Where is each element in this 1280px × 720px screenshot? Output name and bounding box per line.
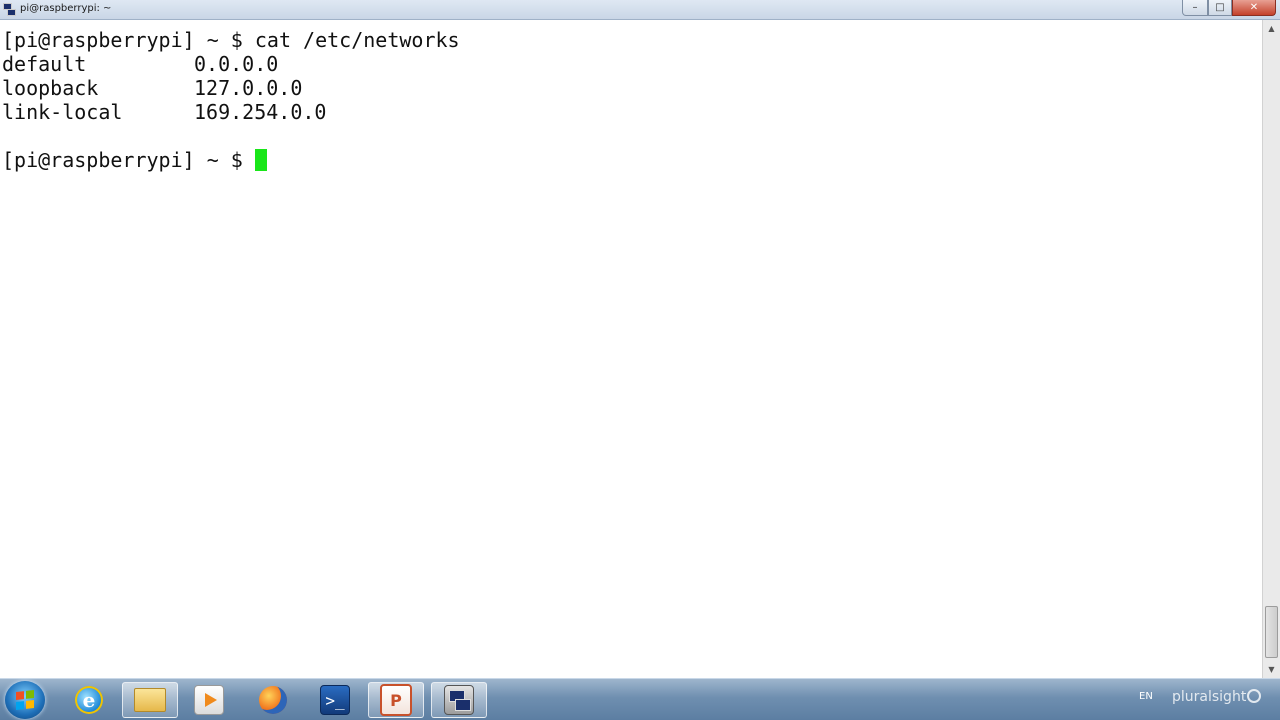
network-address: 127.0.0.0 <box>194 76 303 100</box>
scroll-thumb[interactable] <box>1265 606 1278 658</box>
firefox-icon <box>259 686 287 714</box>
windows-logo-icon <box>16 690 34 710</box>
language-indicator[interactable]: EN <box>1139 691 1153 702</box>
text-cursor <box>254 149 267 171</box>
putty-app-icon <box>3 3 16 16</box>
close-button[interactable]: ✕ <box>1232 0 1276 16</box>
watermark-text: pluralsight <box>1172 689 1247 705</box>
maximize-button[interactable]: □ <box>1208 0 1232 16</box>
folder-icon <box>134 688 166 712</box>
prompt: [pi@raspberrypi] ~ $ <box>2 28 255 52</box>
network-address: 169.254.0.0 <box>194 100 327 124</box>
start-button[interactable] <box>5 681 45 719</box>
taskbar: e >_ P EN pluralsight <box>0 678 1280 720</box>
output-line: link-local 169.254.0.0 <box>2 100 460 124</box>
media-player-icon <box>194 685 224 715</box>
pluralsight-watermark: pluralsight <box>1172 689 1262 705</box>
window-title: pi@raspberrypi: ~ <box>20 3 112 14</box>
powershell-icon: >_ <box>320 685 350 715</box>
vertical-scrollbar[interactable]: ▲ ▼ <box>1262 20 1280 678</box>
network-name: loopback <box>2 76 99 100</box>
prompt: [pi@raspberrypi] ~ $ <box>2 148 255 172</box>
watermark-logo-icon <box>1247 689 1262 703</box>
minimize-icon: – <box>1192 2 1198 13</box>
scroll-up-arrow-icon[interactable]: ▲ <box>1263 20 1280 37</box>
close-icon: ✕ <box>1249 2 1259 13</box>
taskbar-putty[interactable] <box>431 682 487 718</box>
internet-explorer-icon: e <box>75 686 103 714</box>
output-line: loopback 127.0.0.0 <box>2 76 460 100</box>
output-line: default 0.0.0.0 <box>2 52 460 76</box>
network-address: 0.0.0.0 <box>194 52 279 76</box>
window-controls: – □ ✕ <box>1182 0 1276 17</box>
terminal-area[interactable]: [pi@raspberrypi] ~ $ cat /etc/networks d… <box>0 20 1262 678</box>
taskbar-media-player[interactable] <box>181 682 237 718</box>
prompt-line: [pi@raspberrypi] ~ $ <box>2 148 460 172</box>
putty-icon <box>444 685 474 715</box>
taskbar-powershell[interactable]: >_ <box>307 682 363 718</box>
scroll-down-arrow-icon[interactable]: ▼ <box>1263 661 1280 678</box>
window-title-bar[interactable]: pi@raspberrypi: ~ – □ ✕ <box>0 0 1280 20</box>
command-text: cat /etc/networks <box>254 28 460 52</box>
powerpoint-icon: P <box>380 684 412 716</box>
taskbar-firefox[interactable] <box>245 682 301 718</box>
network-name: link-local <box>2 100 123 124</box>
terminal-output: [pi@raspberrypi] ~ $ cat /etc/networks d… <box>2 28 460 172</box>
minimize-button[interactable]: – <box>1182 0 1208 16</box>
command-line: [pi@raspberrypi] ~ $ cat /etc/networks <box>2 28 460 52</box>
taskbar-internet-explorer[interactable]: e <box>61 682 117 718</box>
network-name: default <box>2 52 87 76</box>
maximize-icon: □ <box>1215 2 1225 13</box>
taskbar-powerpoint[interactable]: P <box>368 682 424 718</box>
taskbar-explorer[interactable] <box>122 682 178 718</box>
